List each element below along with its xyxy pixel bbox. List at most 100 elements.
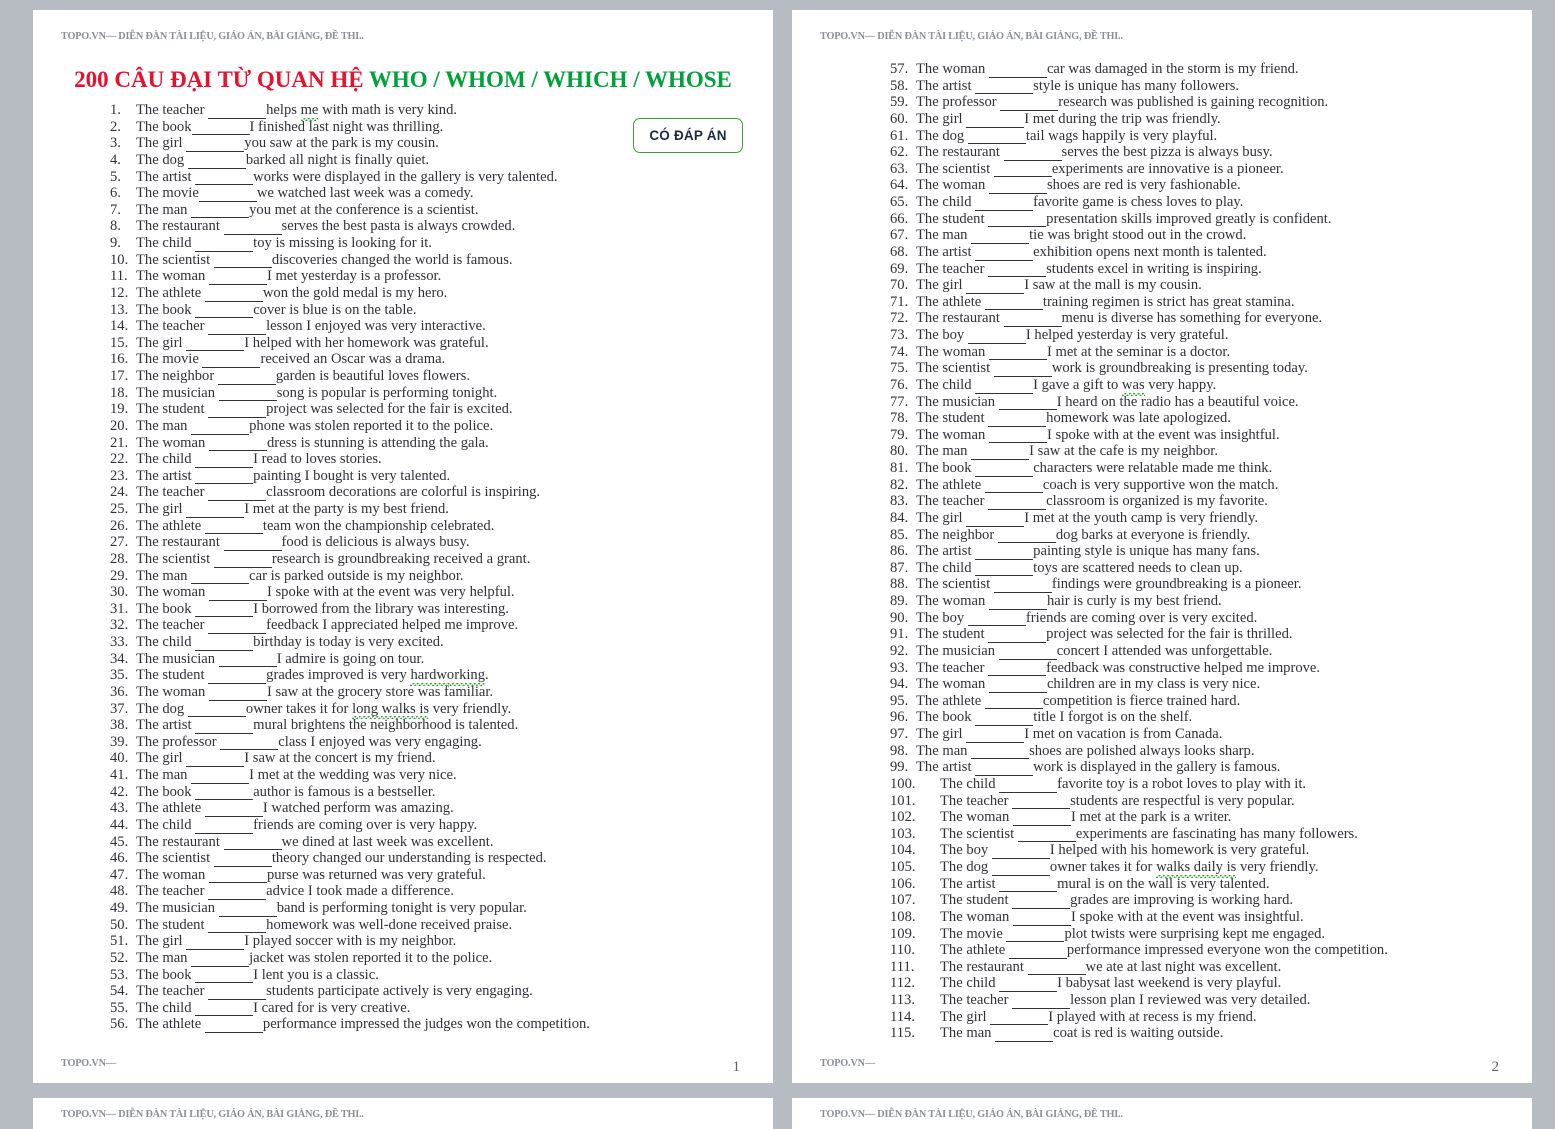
- answer-blank[interactable]: [195, 634, 254, 651]
- answer-blank[interactable]: [988, 211, 1047, 228]
- answer-blank[interactable]: [1012, 793, 1071, 810]
- answer-blank[interactable]: [997, 527, 1056, 544]
- answer-blank[interactable]: [988, 626, 1047, 643]
- answer-blank[interactable]: [988, 410, 1047, 427]
- answer-blank[interactable]: [208, 102, 267, 119]
- answer-blank[interactable]: [1003, 310, 1062, 327]
- answer-blank[interactable]: [966, 510, 1025, 527]
- answer-blank[interactable]: [208, 268, 267, 285]
- answer-blank[interactable]: [993, 161, 1052, 178]
- answer-blank[interactable]: [993, 576, 1052, 593]
- answer-blank[interactable]: [975, 759, 1034, 776]
- answer-blank[interactable]: [999, 876, 1058, 893]
- answer-blank[interactable]: [208, 435, 267, 452]
- answer-blank[interactable]: [223, 834, 282, 851]
- answer-blank[interactable]: [975, 78, 1034, 95]
- answer-blank[interactable]: [998, 643, 1057, 660]
- answer-blank[interactable]: [975, 244, 1034, 261]
- answer-blank[interactable]: [998, 394, 1057, 411]
- answer-blank[interactable]: [967, 327, 1026, 344]
- answer-blank[interactable]: [988, 660, 1047, 677]
- answer-blank[interactable]: [966, 726, 1025, 743]
- answer-blank[interactable]: [208, 883, 267, 900]
- answer-blank[interactable]: [975, 194, 1034, 211]
- answer-blank[interactable]: [223, 218, 282, 235]
- answer-blank[interactable]: [218, 900, 277, 917]
- answer-blank[interactable]: [971, 443, 1030, 460]
- answer-blank[interactable]: [208, 318, 267, 335]
- answer-blank[interactable]: [967, 128, 1026, 145]
- answer-blank[interactable]: [191, 418, 250, 435]
- answer-blank[interactable]: [195, 235, 254, 252]
- answer-blank[interactable]: [220, 734, 279, 751]
- answer-blank[interactable]: [208, 584, 267, 601]
- answer-blank[interactable]: [191, 119, 250, 136]
- answer-blank[interactable]: [218, 651, 277, 668]
- answer-blank[interactable]: [993, 360, 1052, 377]
- answer-blank[interactable]: [988, 676, 1047, 693]
- answer-blank[interactable]: [971, 743, 1030, 760]
- answer-blank[interactable]: [187, 152, 246, 169]
- answer-blank[interactable]: [204, 518, 263, 535]
- answer-blank[interactable]: [975, 709, 1034, 726]
- answer-blank[interactable]: [208, 401, 267, 418]
- answer-blank[interactable]: [191, 568, 250, 585]
- answer-blank[interactable]: [1000, 94, 1059, 111]
- answer-blank[interactable]: [195, 717, 254, 734]
- answer-blank[interactable]: [208, 667, 267, 684]
- answer-blank[interactable]: [988, 493, 1047, 510]
- answer-blank[interactable]: [984, 477, 1043, 494]
- answer-blank[interactable]: [1027, 959, 1086, 976]
- answer-blank[interactable]: [195, 784, 254, 801]
- answer-blank[interactable]: [218, 385, 277, 402]
- answer-blank[interactable]: [1017, 826, 1076, 843]
- answer-blank[interactable]: [988, 61, 1047, 78]
- answer-blank[interactable]: [999, 975, 1058, 992]
- answer-blank[interactable]: [988, 177, 1047, 194]
- answer-blank[interactable]: [208, 684, 267, 701]
- answer-blank[interactable]: [984, 294, 1043, 311]
- answer-blank[interactable]: [195, 302, 254, 319]
- answer-blank[interactable]: [191, 767, 250, 784]
- answer-blank[interactable]: [1012, 892, 1071, 909]
- answer-blank[interactable]: [187, 701, 246, 718]
- answer-blank[interactable]: [991, 859, 1050, 876]
- answer-blank[interactable]: [217, 368, 276, 385]
- answer-blank[interactable]: [195, 468, 254, 485]
- answer-blank[interactable]: [1006, 926, 1065, 943]
- answer-blank[interactable]: [213, 551, 272, 568]
- answer-blank[interactable]: [1008, 942, 1067, 959]
- answer-blank[interactable]: [186, 335, 245, 352]
- answer-blank[interactable]: [975, 560, 1034, 577]
- answer-blank[interactable]: [1012, 992, 1071, 1009]
- answer-blank[interactable]: [1012, 909, 1071, 926]
- answer-blank[interactable]: [990, 1009, 1049, 1026]
- answer-blank[interactable]: [1012, 809, 1071, 826]
- answer-blank[interactable]: [208, 983, 267, 1000]
- answer-blank[interactable]: [202, 351, 261, 368]
- answer-blank[interactable]: [195, 451, 254, 468]
- answer-blank[interactable]: [186, 135, 245, 152]
- answer-blank[interactable]: [195, 1000, 254, 1017]
- answer-blank[interactable]: [1003, 144, 1062, 161]
- answer-blank[interactable]: [195, 817, 254, 834]
- answer-blank[interactable]: [208, 917, 267, 934]
- answer-blank[interactable]: [988, 344, 1047, 361]
- answer-blank[interactable]: [195, 967, 254, 984]
- answer-blank[interactable]: [186, 933, 245, 950]
- answer-blank[interactable]: [975, 460, 1034, 477]
- answer-blank[interactable]: [966, 277, 1025, 294]
- answer-blank[interactable]: [213, 850, 272, 867]
- answer-blank[interactable]: [191, 202, 250, 219]
- answer-blank[interactable]: [988, 261, 1047, 278]
- answer-blank[interactable]: [208, 867, 267, 884]
- answer-blank[interactable]: [208, 617, 267, 634]
- answer-blank[interactable]: [186, 501, 245, 518]
- answer-blank[interactable]: [975, 543, 1034, 560]
- answer-blank[interactable]: [971, 227, 1030, 244]
- answer-blank[interactable]: [223, 534, 282, 551]
- answer-blank[interactable]: [967, 610, 1026, 627]
- answer-blank[interactable]: [195, 601, 254, 618]
- answer-blank[interactable]: [988, 427, 1047, 444]
- answer-blank[interactable]: [204, 800, 263, 817]
